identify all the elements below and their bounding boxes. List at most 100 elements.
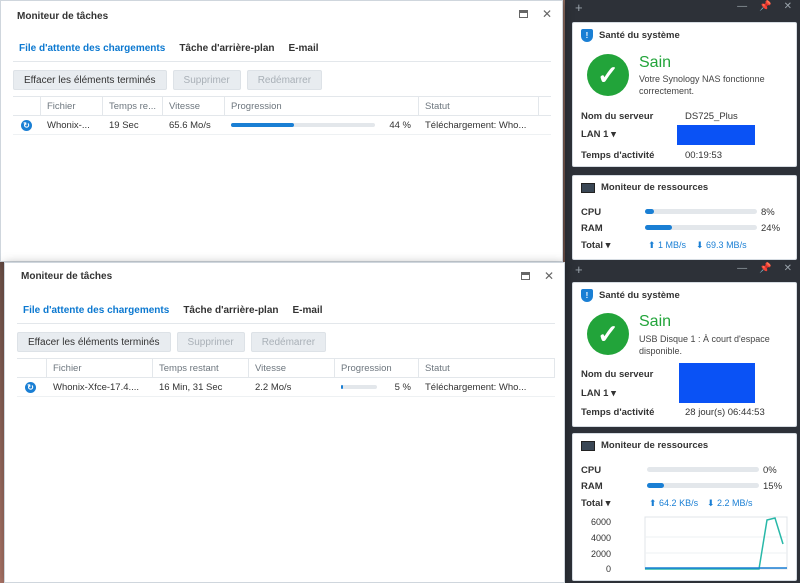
network-chart: 6000 4000 2000 0	[591, 516, 788, 574]
task-monitor-window-bottom: Moniteur de tâches ✕ File d'attente des …	[4, 262, 565, 583]
column-time[interactable]: Temps re...	[103, 97, 163, 115]
upload-rate: ⬆ 1 MB/s	[648, 240, 687, 250]
chart-tick: 6000	[591, 517, 611, 527]
upload-queue-table: Fichier Temps restant Vitesse Progressio…	[17, 358, 555, 397]
widget-title: Santé du système	[599, 290, 680, 301]
column-time[interactable]: Temps restant	[153, 359, 249, 377]
column-status[interactable]: Statut	[419, 359, 555, 377]
uptime-label: Temps d'activité	[581, 150, 655, 161]
monitor-icon	[581, 182, 595, 193]
ram-percent: 24%	[761, 223, 781, 234]
resource-monitor-widget-top: Moniteur de ressources CPU 8% RAM 24% To…	[572, 175, 797, 260]
cpu-bar	[645, 209, 757, 214]
ram-bar	[645, 225, 757, 230]
health-status: Sain	[639, 313, 672, 330]
task-monitor-window-top: Moniteur de tâches ✕ File d'attente des …	[0, 0, 563, 262]
tab-background-task[interactable]: Tâche d'arrière-plan	[179, 43, 274, 60]
cpu-percent: 8%	[761, 207, 775, 218]
chart-download-line	[645, 517, 784, 570]
server-name-label: Nom du serveur	[581, 111, 654, 122]
uptime-value: 00:19:53	[685, 150, 722, 161]
column-progress[interactable]: Progression	[225, 97, 419, 115]
progress-bar	[231, 123, 375, 127]
tab-email[interactable]: E-mail	[293, 305, 323, 322]
clear-completed-button[interactable]: Effacer les éléments terminés	[13, 70, 167, 90]
table-header: Fichier Temps re... Vitesse Progression …	[13, 97, 551, 116]
row-speed: 65.6 Mo/s	[169, 119, 211, 131]
cpu-percent: 0%	[763, 465, 777, 476]
column-file[interactable]: Fichier	[47, 359, 153, 377]
maximize-icon[interactable]	[516, 7, 530, 21]
delete-button[interactable]: Supprimer	[176, 332, 245, 352]
check-icon: ✓	[587, 313, 629, 355]
minimize-icon[interactable]: —	[737, 263, 747, 274]
restart-button[interactable]: Redémarrer	[250, 332, 327, 352]
row-file: Whonix-...	[47, 119, 90, 131]
row-time: 19 Sec	[109, 119, 139, 131]
column-file[interactable]: Fichier	[41, 97, 103, 115]
plus-icon[interactable]: +	[575, 262, 583, 277]
health-status: Sain	[639, 54, 672, 71]
tab-email[interactable]: E-mail	[289, 43, 319, 60]
upload-rate: ⬆ 64.2 KB/s	[649, 498, 699, 508]
pin-icon[interactable]: 📌	[759, 263, 771, 274]
tab-upload-queue[interactable]: File d'attente des chargements	[23, 305, 169, 322]
window-title: Moniteur de tâches	[21, 271, 113, 282]
row-time: 16 Min, 31 Sec	[159, 381, 223, 393]
close-icon[interactable]: ✕	[542, 269, 556, 283]
download-icon: ↻	[25, 381, 36, 393]
shield-icon: !	[581, 289, 593, 302]
row-progress: 5 %	[335, 378, 419, 396]
close-icon[interactable]: ✕	[784, 1, 792, 12]
close-icon[interactable]: ✕	[784, 263, 792, 274]
tab-background-task[interactable]: Tâche d'arrière-plan	[183, 305, 278, 322]
clear-completed-button[interactable]: Effacer les éléments terminés	[17, 332, 171, 352]
health-description: Votre Synology NAS fonctionne correcteme…	[639, 74, 765, 96]
cpu-label: CPU	[581, 207, 602, 218]
close-icon[interactable]: ✕	[540, 7, 554, 21]
progress-text: 5 %	[394, 381, 411, 393]
widget-title: Santé du système	[599, 30, 680, 41]
health-description: USB Disque 1 : À court d'espace disponib…	[639, 334, 770, 356]
total-dropdown[interactable]: Total ▾	[581, 498, 610, 509]
shield-icon: !	[581, 29, 593, 42]
download-rate: ⬇ 69.3 MB/s	[696, 240, 747, 250]
server-name-label: Nom du serveur	[581, 369, 654, 380]
check-icon: ✓	[587, 54, 629, 96]
maximize-icon[interactable]	[518, 269, 532, 283]
tab-upload-queue[interactable]: File d'attente des chargements	[19, 43, 165, 60]
column-speed[interactable]: Vitesse	[249, 359, 335, 377]
download-icon: ↻	[21, 119, 32, 131]
window-title: Moniteur de tâches	[17, 11, 109, 22]
chart-tick: 2000	[591, 549, 611, 559]
table-row[interactable]: ↻ Whonix-Xfce-17.4.... 16 Min, 31 Sec 2.…	[17, 378, 555, 397]
table-row[interactable]: ↻ Whonix-... 19 Sec 65.6 Mo/s 44 % Téléc…	[13, 116, 551, 135]
ram-label: RAM	[581, 481, 603, 492]
row-progress: 44 %	[225, 116, 419, 134]
delete-button[interactable]: Supprimer	[172, 70, 241, 90]
chart-tick: 4000	[591, 533, 611, 543]
plus-icon[interactable]: +	[575, 0, 583, 15]
lan-dropdown[interactable]: LAN 1 ▾	[581, 388, 616, 399]
restart-button[interactable]: Redémarrer	[246, 70, 323, 90]
progress-bar	[341, 385, 377, 389]
minimize-icon[interactable]: —	[737, 1, 747, 12]
monitor-icon	[581, 440, 595, 451]
lan-dropdown[interactable]: LAN 1 ▾	[581, 129, 616, 140]
row-status: Téléchargement: Who...	[425, 119, 527, 131]
system-health-widget-bottom: ! Santé du système ✓ Sain USB Disque 1 : …	[572, 282, 797, 427]
ram-label: RAM	[581, 223, 603, 234]
total-dropdown[interactable]: Total ▾	[581, 240, 610, 251]
upload-queue-table: Fichier Temps re... Vitesse Progression …	[13, 96, 551, 135]
column-speed[interactable]: Vitesse	[163, 97, 225, 115]
system-health-widget-top: ! Santé du système ✓ Sain Votre Synology …	[572, 22, 797, 167]
cpu-label: CPU	[581, 465, 602, 476]
pin-icon[interactable]: 📌	[759, 1, 771, 12]
column-status[interactable]: Statut	[419, 97, 539, 115]
column-progress[interactable]: Progression	[335, 359, 419, 377]
widget-title: Moniteur de ressources	[601, 440, 709, 451]
ram-percent: 15%	[763, 481, 783, 492]
download-rate: ⬇ 2.2 MB/s	[707, 498, 753, 508]
ram-bar	[647, 483, 759, 488]
cpu-bar	[647, 467, 759, 472]
